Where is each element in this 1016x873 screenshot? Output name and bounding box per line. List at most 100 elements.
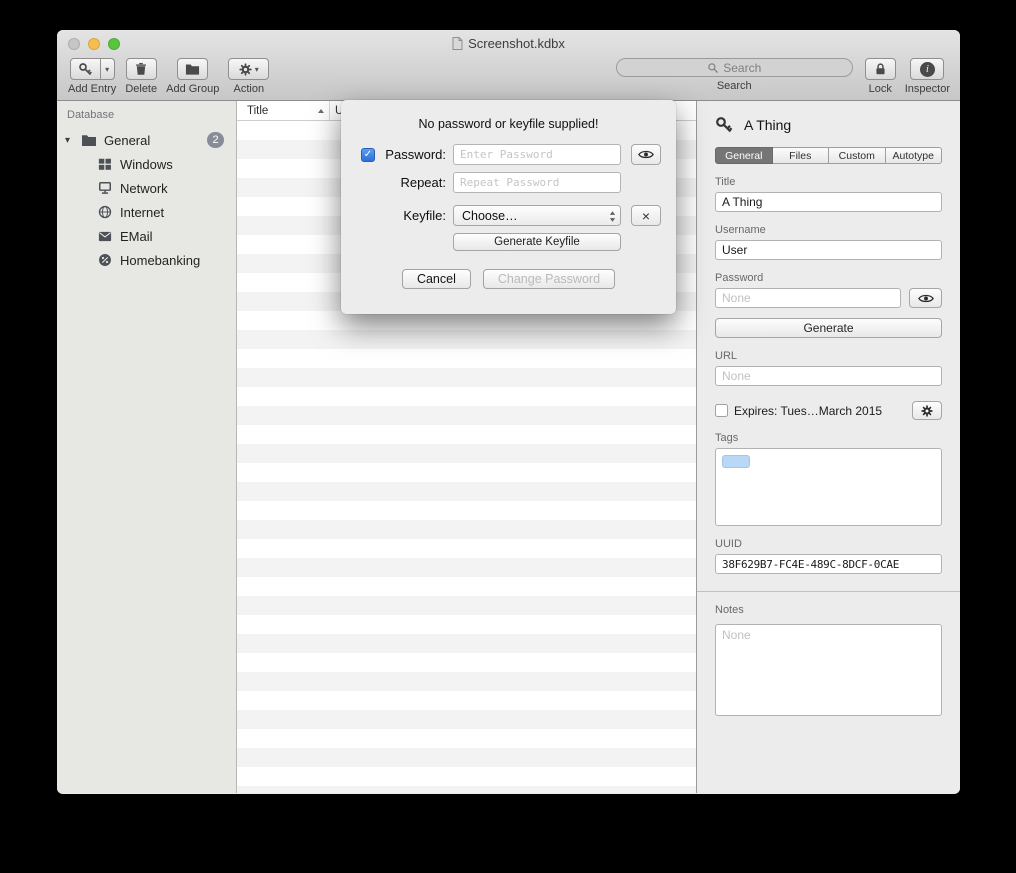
add-entry-dropdown-button[interactable]: ▾ [101, 58, 115, 80]
generate-keyfile-button[interactable]: Generate Keyfile [453, 233, 621, 251]
key-icon [715, 116, 733, 134]
add-entry-item: ▾ Add Entry [68, 58, 116, 95]
tab-custom[interactable]: Custom [829, 147, 886, 164]
password-label: Password [715, 272, 942, 284]
uuid-label: UUID [715, 538, 942, 550]
expires-checkbox[interactable] [715, 404, 728, 417]
delete-button[interactable] [126, 58, 157, 80]
tag-chip[interactable] [722, 455, 750, 468]
lock-icon [874, 62, 887, 76]
chevron-down-icon: ▾ [105, 65, 109, 74]
sidebar-item-homebanking[interactable]: Homebanking [57, 248, 236, 272]
info-icon: i [920, 62, 935, 77]
change-password-dialog: No password or keyfile supplied! ✓ Passw… [341, 100, 676, 314]
search-icon [707, 62, 719, 74]
dialog-repeat-label: Repeat: [381, 175, 453, 190]
tab-autotype[interactable]: Autotype [886, 147, 943, 164]
inspector-item: i Inspector [905, 58, 950, 95]
notes-label: Notes [715, 604, 942, 616]
tags-box[interactable] [715, 448, 942, 526]
search-input[interactable]: Search [616, 58, 853, 77]
keyfile-popup-value: Choose… [462, 209, 518, 223]
url-field[interactable] [715, 366, 942, 386]
sidebar-item-internet[interactable]: Internet [57, 200, 236, 224]
action-label: Action [234, 83, 265, 95]
close-button[interactable] [68, 38, 80, 50]
windows-icon [96, 157, 113, 171]
title-label: Title [715, 176, 942, 188]
add-entry-button[interactable] [70, 58, 101, 80]
inspector-divider [697, 591, 960, 592]
sort-ascending-icon [318, 109, 324, 113]
generate-keyfile-row: Generate Keyfile [361, 232, 656, 251]
cancel-button[interactable]: Cancel [402, 269, 471, 289]
minimize-button[interactable] [88, 38, 100, 50]
notes-field[interactable] [715, 624, 942, 716]
titlebar: Screenshot.kdbx [57, 30, 960, 56]
expires-row: Expires: Tues…March 2015 [715, 401, 942, 420]
envelope-icon [96, 231, 113, 242]
inspector-label: Inspector [905, 83, 950, 95]
inspector-entry-header: A Thing [715, 116, 942, 134]
action-button[interactable]: ▾ [228, 58, 269, 80]
password-field[interactable] [715, 288, 901, 308]
zoom-button[interactable] [108, 38, 120, 50]
sidebar-item-label: EMail [120, 229, 153, 244]
folder-plus-icon [185, 63, 200, 76]
disclosure-triangle-icon[interactable]: ▾ [65, 135, 80, 146]
change-password-button[interactable]: Change Password [483, 269, 615, 289]
percent-coin-icon [96, 253, 113, 267]
search-label: Search [717, 80, 752, 92]
search-placeholder: Search [723, 61, 761, 75]
keyfile-popup-button[interactable]: Choose… [453, 205, 621, 226]
dialog-repeat-input[interactable] [453, 172, 621, 193]
delete-item: Delete [125, 58, 157, 95]
sidebar-item-network[interactable]: Network [57, 176, 236, 200]
tab-general[interactable]: General [715, 147, 773, 164]
count-badge: 2 [207, 132, 224, 148]
dialog-message: No password or keyfile supplied! [361, 117, 656, 131]
sidebar-item-label: Windows [120, 157, 173, 172]
expires-label: Expires: Tues…March 2015 [734, 404, 882, 418]
network-icon [96, 181, 113, 195]
password-row [715, 288, 942, 308]
key-plus-icon [78, 62, 93, 77]
dialog-password-row: ✓ Password: [361, 144, 656, 165]
reveal-password-button[interactable] [909, 288, 942, 308]
clear-keyfile-button[interactable]: × [631, 205, 661, 226]
toolbar: ▾ Add Entry Delete A [57, 56, 960, 101]
sidebar-item-windows[interactable]: Windows [57, 152, 236, 176]
password-checkbox[interactable]: ✓ [361, 148, 375, 162]
generate-button[interactable]: Generate [715, 318, 942, 338]
dialog-repeat-row: Repeat: [361, 172, 656, 193]
username-field[interactable] [715, 240, 942, 260]
globe-icon [96, 205, 113, 219]
lock-item: Lock [865, 58, 896, 95]
eye-icon [638, 149, 654, 160]
inspector-button[interactable]: i [910, 58, 944, 80]
inspector-panel: A Thing General Files Custom Autotype Ti… [696, 101, 960, 793]
add-group-button[interactable] [177, 58, 208, 80]
expires-settings-button[interactable] [912, 401, 942, 420]
check-icon: ✓ [364, 149, 372, 160]
sidebar-item-email[interactable]: EMail [57, 224, 236, 248]
sidebar-header: Database [57, 109, 236, 121]
add-group-label: Add Group [166, 83, 219, 95]
close-x-icon: × [642, 209, 650, 223]
tab-files[interactable]: Files [773, 147, 830, 164]
toolbar-right: Search Search Lock i Ins [616, 58, 950, 95]
column-header-title[interactable]: Title [237, 101, 329, 120]
document-icon [452, 37, 463, 50]
eye-icon [918, 293, 934, 304]
dialog-password-input[interactable] [453, 144, 621, 165]
lock-button[interactable] [865, 58, 896, 80]
dialog-keyfile-row: Keyfile: Choose… × [361, 205, 656, 226]
dialog-reveal-password-button[interactable] [631, 144, 661, 165]
sidebar-item-label: Internet [120, 205, 164, 220]
uuid-field[interactable] [715, 554, 942, 574]
dialog-buttons: Cancel Change Password [361, 269, 656, 289]
window-title-text: Screenshot.kdbx [468, 36, 565, 51]
dialog-password-label: Password: [381, 147, 453, 162]
sidebar-item-general[interactable]: ▾ General 2 [57, 128, 236, 152]
title-field[interactable] [715, 192, 942, 212]
